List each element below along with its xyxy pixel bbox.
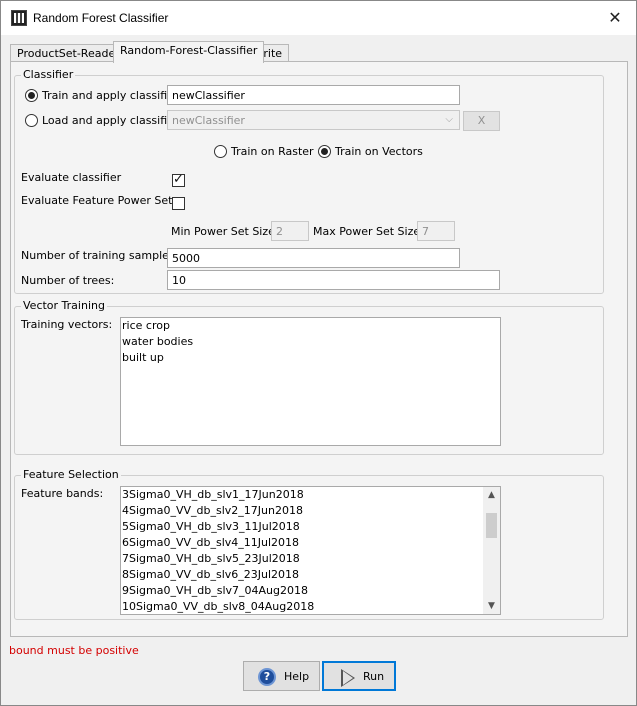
load-apply-radio[interactable] bbox=[25, 114, 38, 127]
chevron-down-icon[interactable]: ▼ bbox=[483, 598, 500, 614]
scrollbar-thumb[interactable] bbox=[486, 513, 497, 538]
train-on-raster-radio[interactable] bbox=[214, 145, 227, 158]
list-item[interactable]: built up bbox=[121, 350, 500, 366]
evaluate-classifier-label: Evaluate classifier bbox=[21, 171, 122, 184]
list-item[interactable]: 7Sigma0_VH_db_slv5_23Jul2018 bbox=[121, 551, 500, 567]
evaluate-feature-power-set-checkbox[interactable] bbox=[172, 197, 185, 210]
load-apply-label: Load and apply classifier bbox=[42, 114, 179, 127]
tab-productset-reader[interactable]: ProductSet-Reader bbox=[10, 44, 127, 62]
dialog-window: Random Forest Classifier ✕ ProductSet-Re… bbox=[0, 0, 637, 706]
list-item[interactable]: 3Sigma0_VH_db_slv1_17Jun2018 bbox=[121, 487, 500, 503]
list-item[interactable]: 4Sigma0_VV_db_slv2_17Jun2018 bbox=[121, 503, 500, 519]
training-vectors-label: Training vectors: bbox=[21, 318, 113, 331]
list-item[interactable]: 8Sigma0_VV_db_slv6_23Jul2018 bbox=[121, 567, 500, 583]
classifier-group: Classifier Train and apply classifier ne… bbox=[14, 68, 604, 294]
min-power-set-input[interactable]: 2 bbox=[271, 221, 309, 241]
title-bar: Random Forest Classifier ✕ bbox=[1, 1, 636, 35]
train-apply-radio[interactable] bbox=[25, 89, 38, 102]
max-power-set-input[interactable]: 7 bbox=[417, 221, 455, 241]
feature-bands-scrollbar[interactable]: ▲ ▼ bbox=[483, 487, 500, 614]
list-item[interactable]: 5Sigma0_VH_db_slv3_11Jul2018 bbox=[121, 519, 500, 535]
delete-classifier-button[interactable]: X bbox=[463, 111, 500, 131]
run-button-label: Run bbox=[363, 670, 385, 683]
feature-bands-label: Feature bands: bbox=[21, 487, 104, 500]
list-item[interactable]: 9Sigma0_VH_db_slv7_04Aug2018 bbox=[121, 583, 500, 599]
train-classifier-name-input[interactable]: newClassifier bbox=[167, 85, 460, 105]
train-on-raster-label: Train on Raster bbox=[231, 145, 314, 158]
feature-selection-legend: Feature Selection bbox=[21, 468, 121, 481]
chevron-down-icon: ⌵ bbox=[445, 114, 453, 125]
load-classifier-combo-value: newClassifier bbox=[172, 114, 245, 127]
list-item[interactable]: 10Sigma0_VV_db_slv8_04Aug2018 bbox=[121, 599, 500, 614]
window-title: Random Forest Classifier bbox=[33, 11, 169, 25]
tab-panel: Classifier Train and apply classifier ne… bbox=[10, 61, 628, 637]
help-button-label: Help bbox=[284, 670, 310, 683]
num-training-samples-input[interactable]: 5000 bbox=[167, 248, 460, 268]
num-trees-input[interactable]: 10 bbox=[167, 270, 500, 290]
train-apply-label: Train and apply classifier bbox=[42, 89, 179, 102]
play-icon bbox=[341, 669, 355, 687]
chevron-up-icon[interactable]: ▲ bbox=[483, 487, 500, 503]
raster-grid-icon bbox=[11, 10, 27, 26]
min-power-set-label: Min Power Set Size: bbox=[171, 225, 279, 238]
load-classifier-combo[interactable]: newClassifier ⌵ bbox=[167, 110, 460, 130]
vector-training-legend: Vector Training bbox=[21, 299, 107, 312]
training-vectors-list[interactable]: rice crop water bodies built up bbox=[120, 317, 501, 446]
feature-selection-group: Feature Selection Feature bands: 3Sigma0… bbox=[14, 468, 604, 620]
num-training-samples-label: Number of training samples bbox=[21, 249, 175, 262]
train-on-vectors-radio[interactable] bbox=[318, 145, 331, 158]
evaluate-feature-power-set-label: Evaluate Feature Power Set bbox=[21, 194, 173, 207]
evaluate-classifier-checkbox[interactable] bbox=[172, 172, 185, 187]
train-on-vectors-label: Train on Vectors bbox=[335, 145, 423, 158]
tab-random-forest-classifier[interactable]: Random-Forest-Classifier bbox=[113, 41, 265, 63]
feature-bands-list[interactable]: 3Sigma0_VH_db_slv1_17Jun2018 4Sigma0_VV_… bbox=[120, 486, 501, 615]
status-message: bound must be positive bbox=[9, 644, 139, 657]
max-power-set-label: Max Power Set Size: bbox=[313, 225, 424, 238]
vector-training-group: Vector Training Training vectors: rice c… bbox=[14, 299, 604, 455]
list-item[interactable]: rice crop bbox=[121, 318, 500, 334]
classifier-legend: Classifier bbox=[21, 68, 76, 81]
list-item[interactable]: 6Sigma0_VV_db_slv4_11Jul2018 bbox=[121, 535, 500, 551]
help-button[interactable]: ? Help bbox=[243, 661, 320, 691]
close-button[interactable]: ✕ bbox=[600, 5, 630, 31]
list-item[interactable]: water bodies bbox=[121, 334, 500, 350]
run-button[interactable]: Run bbox=[322, 661, 396, 691]
num-trees-label: Number of trees: bbox=[21, 274, 115, 287]
help-icon: ? bbox=[258, 668, 276, 686]
